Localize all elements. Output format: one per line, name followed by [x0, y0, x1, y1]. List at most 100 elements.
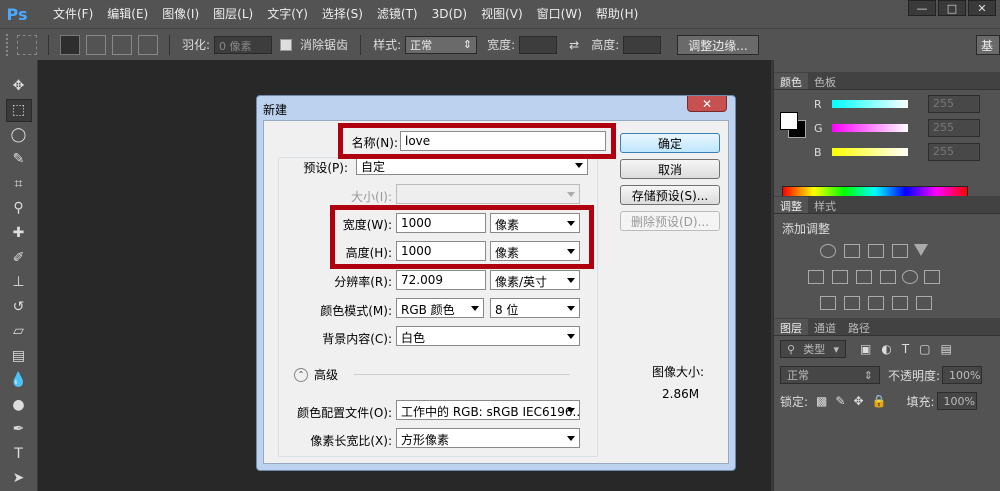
pixel-aspect-select[interactable]: 方形像素	[396, 428, 580, 448]
dodge-tool-icon[interactable]: ●	[6, 393, 32, 417]
dialog-close-button[interactable]: ✕	[687, 96, 727, 112]
minimize-button[interactable]: —	[908, 0, 936, 16]
photo-filter-icon[interactable]	[880, 270, 896, 284]
invert-icon[interactable]	[820, 296, 836, 310]
blend-mode-select[interactable]: 正常 ⇕	[780, 366, 880, 384]
style-select[interactable]: 正常 ⇕	[405, 35, 478, 54]
pixel-filter-icon[interactable]: ▣	[860, 342, 871, 356]
size-select[interactable]	[396, 184, 580, 204]
marquee-preset-icon[interactable]	[17, 34, 37, 55]
menu-edit[interactable]: 编辑(E)	[100, 0, 155, 28]
brush-tool-icon[interactable]: ✐	[6, 246, 32, 270]
menu-select[interactable]: 选择(S)	[315, 0, 370, 28]
cancel-button[interactable]: 取消	[620, 159, 720, 179]
posterize-icon[interactable]	[844, 296, 860, 310]
lock-transparent-icon[interactable]: ▩	[816, 394, 827, 408]
green-value-input[interactable]: 255	[928, 119, 980, 137]
height-input[interactable]	[623, 35, 662, 54]
opacity-input[interactable]: 100%	[942, 366, 983, 384]
lasso-tool-icon[interactable]: ◯	[6, 123, 32, 147]
close-window-button[interactable]: ✕	[968, 0, 996, 16]
adjustment-filter-icon[interactable]: ◐	[881, 342, 891, 356]
width-input[interactable]	[519, 35, 558, 54]
options-grip[interactable]	[6, 33, 14, 56]
tab-adjustments[interactable]: 调整	[774, 197, 808, 213]
tab-styles[interactable]: 样式	[808, 197, 842, 213]
color-balance-icon[interactable]	[832, 270, 848, 284]
crop-tool-icon[interactable]: ⌗	[6, 172, 32, 196]
advanced-toggle[interactable]: ⌃ 高级	[294, 366, 338, 383]
workspace-button[interactable]: 基	[976, 35, 1000, 55]
antialias-checkbox[interactable]	[280, 38, 293, 51]
resolution-input[interactable]: 72.009	[396, 270, 486, 290]
levels-icon[interactable]	[844, 244, 860, 258]
channel-mixer-icon[interactable]	[902, 270, 918, 284]
new-selection-icon[interactable]	[60, 34, 80, 55]
gradient-tool-icon[interactable]: ▤	[6, 344, 32, 368]
blur-tool-icon[interactable]: 💧	[6, 368, 32, 392]
layer-kind-select[interactable]: ⚲ 类型 ▾	[780, 340, 846, 358]
hue-saturation-icon[interactable]	[808, 270, 824, 284]
menu-3d[interactable]: 3D(D)	[425, 0, 474, 28]
menu-help[interactable]: 帮助(H)	[589, 0, 645, 28]
swap-icon[interactable]: ⇄	[569, 38, 579, 52]
blue-value-input[interactable]: 255	[928, 143, 980, 161]
tab-channels[interactable]: 通道	[808, 319, 842, 335]
lock-all-icon[interactable]: 🔒	[872, 394, 887, 408]
delete-preset-button[interactable]: 删除预设(D)...	[620, 211, 720, 231]
eyedropper-tool-icon[interactable]: ⚲	[6, 197, 32, 221]
gradient-map-icon[interactable]	[892, 296, 908, 310]
lock-position-icon[interactable]: ✥	[853, 394, 863, 408]
subtract-selection-icon[interactable]	[112, 34, 132, 55]
tab-layers[interactable]: 图层	[774, 319, 808, 335]
tab-swatches[interactable]: 色板	[808, 73, 842, 89]
intersect-selection-icon[interactable]	[138, 34, 158, 55]
stamp-tool-icon[interactable]: ⊥	[6, 270, 32, 294]
path-select-tool-icon[interactable]: ➤	[6, 467, 32, 491]
history-brush-tool-icon[interactable]: ↺	[6, 295, 32, 319]
background-select[interactable]: 白色	[396, 326, 580, 346]
blue-slider[interactable]	[832, 148, 908, 156]
exposure-icon[interactable]	[892, 244, 908, 258]
ok-button[interactable]: 确定	[620, 133, 720, 153]
feather-input[interactable]: 0 像素	[214, 35, 273, 54]
refine-edge-button[interactable]: 调整边缘...	[677, 34, 759, 55]
color-mode-select[interactable]: RGB 颜色	[396, 298, 484, 318]
add-selection-icon[interactable]	[86, 34, 106, 55]
menu-view[interactable]: 视图(V)	[474, 0, 530, 28]
color-lookup-icon[interactable]	[924, 270, 940, 284]
smart-object-filter-icon[interactable]: ▤	[941, 342, 952, 356]
menu-image[interactable]: 图像(I)	[155, 0, 206, 28]
eraser-tool-icon[interactable]: ▱	[6, 319, 32, 343]
type-tool-icon[interactable]: T	[6, 442, 32, 466]
threshold-icon[interactable]	[868, 296, 884, 310]
move-tool-icon[interactable]: ✥	[6, 74, 32, 98]
menu-layer[interactable]: 图层(L)	[206, 0, 260, 28]
menu-type[interactable]: 文字(Y)	[260, 0, 315, 28]
green-slider[interactable]	[832, 124, 908, 132]
menu-window[interactable]: 窗口(W)	[530, 0, 589, 28]
fill-input[interactable]: 100%	[936, 392, 977, 410]
brightness-icon[interactable]	[820, 244, 836, 258]
lock-image-icon[interactable]: ✎	[835, 394, 845, 408]
color-profile-select[interactable]: 工作中的 RGB: sRGB IEC6196...	[396, 400, 580, 420]
healing-brush-tool-icon[interactable]: ✚	[6, 221, 32, 245]
black-white-icon[interactable]	[856, 270, 872, 284]
tab-paths[interactable]: 路径	[842, 319, 876, 335]
resolution-unit-select[interactable]: 像素/英寸	[490, 270, 580, 290]
shape-filter-icon[interactable]: ▢	[919, 342, 930, 356]
curves-icon[interactable]	[868, 244, 884, 258]
vibrance-icon[interactable]	[914, 244, 928, 256]
menu-file[interactable]: 文件(F)	[46, 0, 100, 28]
pen-tool-icon[interactable]: ✒	[6, 417, 32, 441]
maximize-button[interactable]: □	[938, 0, 966, 16]
bit-depth-select[interactable]: 8 位	[490, 298, 580, 318]
quick-select-tool-icon[interactable]: ✎	[6, 148, 32, 172]
type-filter-icon[interactable]: T	[902, 342, 909, 356]
red-value-input[interactable]: 255	[928, 95, 980, 113]
marquee-tool-icon[interactable]: ⬚	[5, 98, 32, 123]
menu-filter[interactable]: 滤镜(T)	[370, 0, 425, 28]
selective-color-icon[interactable]	[916, 296, 932, 310]
save-preset-button[interactable]: 存储预设(S)...	[620, 185, 720, 205]
red-slider[interactable]	[832, 100, 908, 108]
